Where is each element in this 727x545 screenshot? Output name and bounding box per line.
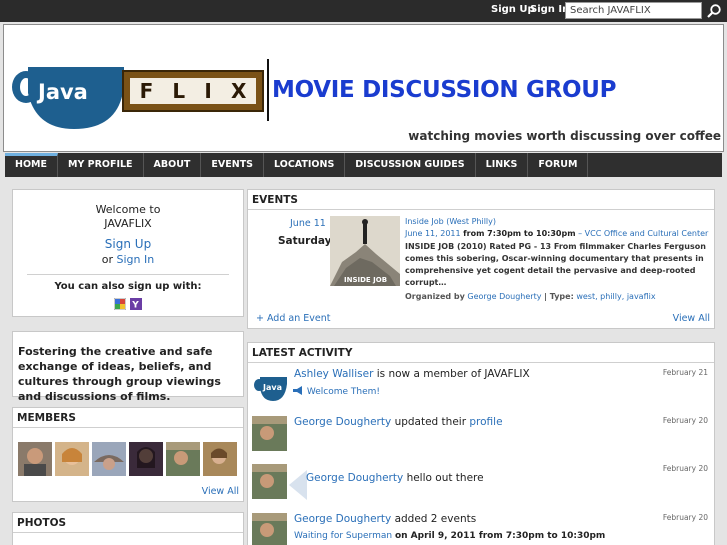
- activity-user-link[interactable]: George Dougherty: [306, 472, 403, 484]
- yahoo-icon[interactable]: Y: [130, 298, 142, 310]
- java-cup-logo[interactable]: Java: [8, 63, 124, 129]
- member-avatar[interactable]: [166, 442, 200, 476]
- poster-title: INSIDE JOB: [344, 276, 387, 284]
- flix-letter: L: [172, 79, 186, 103]
- top-signup-link[interactable]: Sign Up: [491, 4, 535, 15]
- member-avatar[interactable]: [92, 442, 126, 476]
- profile-link[interactable]: profile: [469, 416, 502, 428]
- about-text: Fostering the creative and safe exchange…: [18, 345, 221, 403]
- welcome-line: Welcome to: [95, 203, 161, 216]
- top-bar: Sign Up Sign In: [0, 0, 727, 22]
- about-box: Fostering the creative and safe exchange…: [12, 331, 244, 403]
- java-logo-avatar[interactable]: Java: [252, 368, 287, 403]
- activity-text: added 2 events: [394, 513, 477, 525]
- user-avatar[interactable]: [252, 513, 287, 545]
- network-name: JAVAFLIX: [104, 217, 152, 230]
- site-header: Java F L I X MOVIE DISCUSSION GROUP watc…: [3, 24, 724, 152]
- main-nav: HOME MY PROFILE ABOUT EVENTS LOCATIONS D…: [5, 153, 722, 177]
- photos-title: PHOTOS: [13, 513, 243, 533]
- member-avatar[interactable]: [129, 442, 163, 476]
- member-avatar[interactable]: [203, 442, 237, 476]
- welcome-signup-link[interactable]: Sign Up: [13, 237, 243, 251]
- event-when-time: from 7:30pm to 10:30pm: [463, 229, 576, 238]
- event-date: June 11: [290, 218, 326, 229]
- events-title: EVENTS: [248, 190, 714, 210]
- organizer-label: Organized by: [405, 292, 465, 301]
- activity-text: hello out there: [406, 472, 484, 484]
- type-label: | Type:: [544, 292, 574, 301]
- google-icon[interactable]: [114, 298, 126, 310]
- user-avatar[interactable]: [252, 464, 287, 499]
- members-box: MEMBERS View All: [12, 407, 244, 502]
- activity-user-link[interactable]: George Dougherty: [294, 513, 391, 525]
- user-avatar[interactable]: [252, 416, 287, 451]
- event-types-link[interactable]: west, philly, javaflix: [576, 292, 655, 301]
- event-title-link[interactable]: Inside Job (West Philly): [405, 216, 713, 228]
- top-signin-link[interactable]: Sign In: [530, 4, 569, 15]
- site-title: MOVIE DISCUSSION GROUP: [272, 77, 617, 103]
- nav-home[interactable]: HOME: [5, 153, 58, 177]
- event-when: June 11, 2011 from 7:30pm to 10:30pm – V…: [405, 228, 713, 240]
- activity-date: February 20: [662, 513, 708, 522]
- event-description: INSIDE JOB (2010) Rated PG - 13 From fil…: [405, 242, 706, 287]
- nav-about[interactable]: ABOUT: [144, 153, 202, 177]
- members-view-all-link[interactable]: View All: [202, 486, 239, 497]
- site-tagline: watching movies worth discussing over co…: [408, 129, 721, 143]
- member-avatar[interactable]: [18, 442, 52, 476]
- flix-letter: X: [230, 79, 247, 103]
- flix-letter: F: [139, 79, 154, 103]
- member-avatar[interactable]: [55, 442, 89, 476]
- welcome-them-link[interactable]: Welcome Them!: [307, 387, 380, 397]
- activity-date: February 20: [662, 416, 708, 425]
- event-when-sep: –: [578, 229, 583, 238]
- divider: [27, 274, 229, 275]
- nav-locations[interactable]: LOCATIONS: [264, 153, 346, 177]
- events-box: EVENTS June 11 Saturday INSIDE JOB Insid…: [247, 189, 715, 329]
- members-title: MEMBERS: [13, 408, 243, 428]
- or-text: or: [101, 253, 114, 266]
- event-when-text: on April 9, 2011 from 7:30pm to 10:30pm: [394, 531, 606, 541]
- nav-forum[interactable]: FORUM: [528, 153, 589, 177]
- nav-discussion-guides[interactable]: DISCUSSION GUIDES: [345, 153, 476, 177]
- nav-events[interactable]: EVENTS: [201, 153, 265, 177]
- nav-links[interactable]: LINKS: [476, 153, 529, 177]
- add-event-link[interactable]: + Add an Event: [256, 313, 330, 324]
- event-link[interactable]: Waiting for Superman: [294, 531, 392, 541]
- flix-letter: I: [204, 79, 212, 103]
- nav-my-profile[interactable]: MY PROFILE: [58, 153, 144, 177]
- speech-pointer-icon: [289, 470, 307, 500]
- logo-divider: [267, 59, 269, 121]
- search-input[interactable]: [565, 2, 702, 19]
- organizer-link[interactable]: George Dougherty: [467, 292, 541, 301]
- svg-text:Y: Y: [131, 301, 139, 311]
- also-signup-text: You can also sign up with:: [54, 281, 202, 292]
- flix-logo: F L I X: [122, 70, 264, 112]
- event-poster[interactable]: INSIDE JOB: [330, 216, 400, 286]
- event-when-date: June 11, 2011: [405, 229, 461, 238]
- activity-user-link[interactable]: George Dougherty: [294, 416, 391, 428]
- activity-date: February 20: [662, 464, 708, 473]
- events-view-all-link[interactable]: View All: [673, 313, 710, 324]
- event-location-link[interactable]: VCC Office and Cultural Center: [585, 229, 709, 238]
- avatar-logo-text: Java: [262, 383, 282, 392]
- activity-date: February 21: [662, 368, 708, 377]
- welcome-signin-link[interactable]: Sign In: [117, 253, 155, 266]
- megaphone-icon: [293, 386, 302, 395]
- activity-box: LATEST ACTIVITY Java Ashley Walliser is …: [247, 342, 715, 545]
- activity-text: is now a member of JAVAFLIX: [376, 368, 530, 380]
- welcome-box: Welcome to JAVAFLIX Sign Up or Sign In Y…: [12, 189, 244, 317]
- event-day: Saturday: [278, 235, 332, 247]
- search-icon[interactable]: [706, 3, 722, 19]
- event-organizer: Organized by George Dougherty | Type: we…: [405, 291, 713, 303]
- logo-java-text: Java: [36, 80, 88, 104]
- activity-user-link[interactable]: Ashley Walliser: [294, 368, 373, 380]
- activity-title: LATEST ACTIVITY: [248, 343, 714, 363]
- photos-box: PHOTOS: [12, 512, 244, 545]
- activity-text: updated their: [394, 416, 467, 428]
